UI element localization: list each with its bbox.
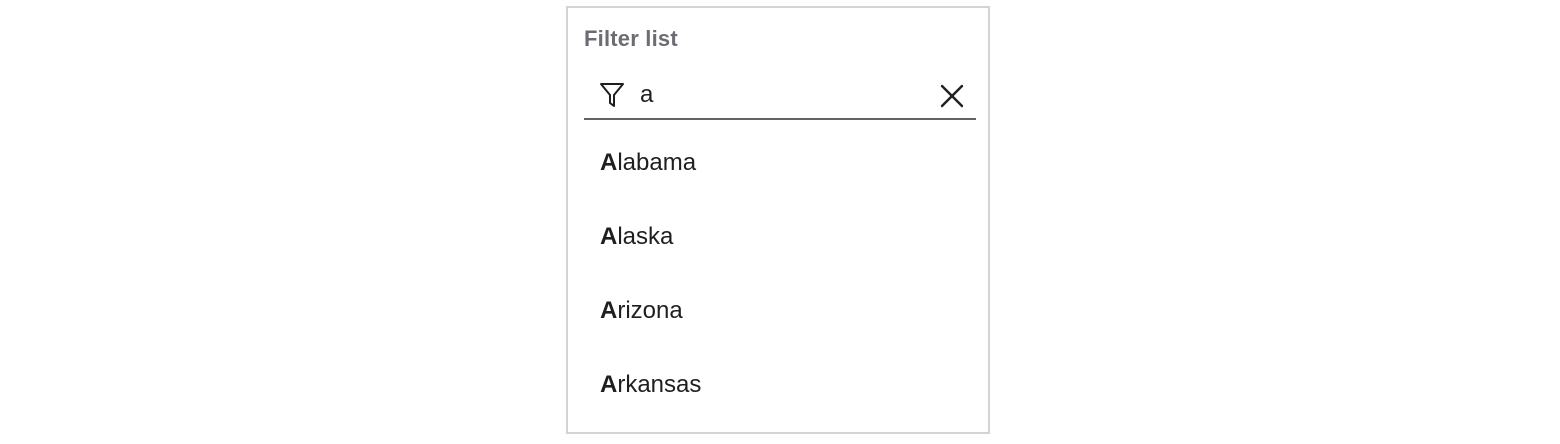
list-item[interactable]: Arizona	[568, 274, 988, 348]
filter-icon	[599, 81, 625, 109]
item-text: rizona	[617, 297, 683, 324]
filter-list-panel: Filter list Alabama Alaska Arizona Arkan…	[566, 6, 990, 434]
filter-input[interactable]	[640, 72, 920, 118]
match-highlight: A	[600, 223, 618, 250]
close-icon	[940, 84, 964, 108]
item-text: laska	[617, 223, 674, 250]
match-highlight: A	[600, 149, 618, 176]
filter-list-label: Filter list	[584, 26, 678, 51]
filtered-results-list: Alabama Alaska Arizona Arkansas	[568, 126, 988, 422]
list-item[interactable]: Alaska	[568, 200, 988, 274]
filter-field[interactable]	[584, 72, 976, 120]
list-item[interactable]: Arkansas	[568, 348, 988, 422]
match-highlight: A	[600, 371, 618, 398]
item-text: rkansas	[617, 371, 702, 398]
clear-filter-button[interactable]	[936, 80, 968, 112]
match-highlight: A	[600, 297, 618, 324]
list-item[interactable]: Alabama	[568, 126, 988, 200]
item-text: labama	[617, 149, 697, 176]
